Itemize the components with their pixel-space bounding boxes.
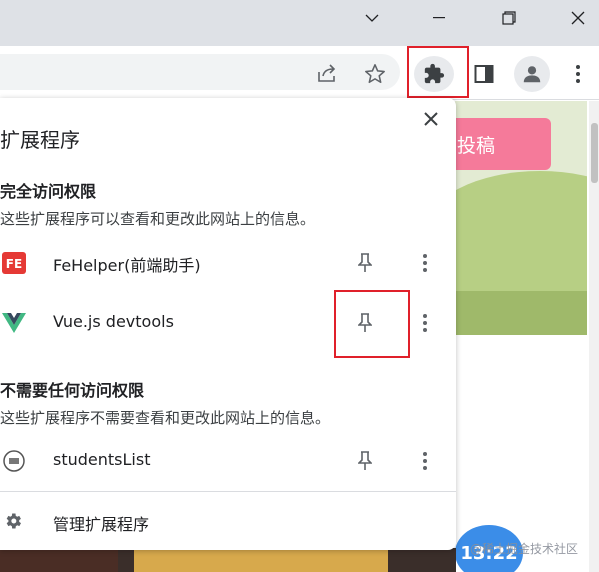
highlight-box-extensions <box>407 46 469 98</box>
highlight-box-pin <box>334 290 410 358</box>
restore-icon[interactable] <box>486 0 532 36</box>
full-access-heading: 完全访问权限 <box>0 182 97 201</box>
no-access-heading: 不需要任何访问权限 <box>0 381 145 400</box>
extension-name: Vue.js devtools <box>53 312 174 331</box>
extension-row-fehelper[interactable]: FE FeHelper(前端助手) <box>0 238 456 288</box>
gear-icon <box>2 510 24 532</box>
no-access-description: 这些扩展程序不需要查看和更改此网站上的信息。 <box>0 409 331 427</box>
watermark: @稀土掘金技术社区 <box>470 542 579 556</box>
web-page: 投稿 13:22 <box>455 101 599 572</box>
thumbnail-image <box>0 548 118 572</box>
thumbnail-strip <box>0 548 456 572</box>
extension-row-studentslist[interactable]: studentsList <box>0 436 456 486</box>
fehelper-logo: FE <box>2 251 26 275</box>
extension-name: studentsList <box>53 450 151 469</box>
profile-icon[interactable] <box>514 56 550 92</box>
studentslist-logo <box>2 449 26 473</box>
close-popup-button[interactable] <box>420 108 442 130</box>
vue-logo <box>2 311 26 335</box>
chevron-down-icon[interactable] <box>349 0 395 36</box>
svg-text:FE: FE <box>6 257 22 271</box>
manage-extensions-button[interactable]: 管理扩展程序 <box>0 501 456 541</box>
pin-icon[interactable] <box>353 449 377 473</box>
manage-extensions-label: 管理扩展程序 <box>53 515 150 534</box>
side-panel-icon[interactable] <box>470 60 498 88</box>
share-icon[interactable] <box>313 60 341 88</box>
more-vert-icon[interactable] <box>413 251 437 275</box>
submit-post-button[interactable]: 投稿 <box>455 118 551 170</box>
star-icon[interactable] <box>361 60 389 88</box>
more-vert-icon[interactable] <box>568 60 588 88</box>
pin-icon[interactable] <box>353 251 377 275</box>
browser-toolbar <box>0 46 599 100</box>
more-vert-icon[interactable] <box>413 311 437 335</box>
popup-title: 扩展程序 <box>0 128 80 152</box>
divider <box>0 491 456 492</box>
extension-name: FeHelper(前端助手) <box>53 256 201 275</box>
title-bar <box>0 0 599 46</box>
more-vert-icon[interactable] <box>413 449 437 473</box>
thumbnail-image <box>134 548 388 572</box>
full-access-description: 这些扩展程序可以查看和更改此网站上的信息。 <box>0 210 316 228</box>
minimize-icon[interactable] <box>416 0 462 36</box>
close-icon[interactable] <box>555 0 599 36</box>
scrollbar[interactable] <box>589 101 599 572</box>
extensions-popup: 扩展程序 完全访问权限 这些扩展程序可以查看和更改此网站上的信息。 FE FeH… <box>0 98 456 550</box>
